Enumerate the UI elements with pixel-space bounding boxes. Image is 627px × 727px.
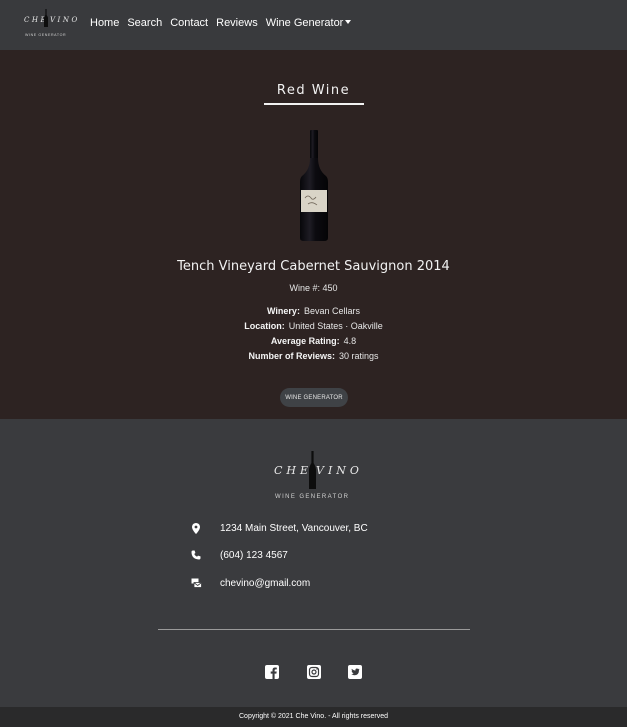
wine-number-label: Wine #: xyxy=(289,283,320,293)
footer-divider xyxy=(158,629,470,630)
detail-label: Location: xyxy=(244,321,285,331)
detail-value: United States · Oakville xyxy=(288,321,383,331)
email-link[interactable]: chevino@gmail.com xyxy=(220,578,310,589)
address-text: 1234 Main Street, Vancouver, BC xyxy=(220,522,368,534)
detail-value: Bevan Cellars xyxy=(303,306,360,316)
copyright-text: Copyright © 2021 Che Vino. - All rights … xyxy=(239,713,388,720)
detail-label: Number of Reviews: xyxy=(248,351,335,361)
brand-tagline: WINE GENERATOR xyxy=(25,33,67,37)
brand-word-right: VINO xyxy=(316,464,363,477)
wine-bottle-icon xyxy=(44,9,48,27)
detail-label: Winery: xyxy=(267,306,300,316)
twitter-icon[interactable] xyxy=(348,665,362,679)
nav-contact[interactable]: Contact xyxy=(170,17,208,29)
detail-average-rating: Average Rating: 4.8 xyxy=(0,336,627,346)
nav-search-label: Search xyxy=(127,17,163,29)
contact-phone: (604) 123 4567 xyxy=(189,548,288,562)
detail-value: 30 ratings xyxy=(339,351,379,361)
brand-word-right: VINO xyxy=(50,16,80,24)
nav-links: Home Search Contact Reviews Wine Generat… xyxy=(90,17,359,29)
envelope-icon xyxy=(189,577,203,589)
detail-winery: Winery: Bevan Cellars xyxy=(0,306,627,316)
page-title: Red Wine xyxy=(276,83,351,98)
wine-name: Tench Vineyard Cabernet Sauvignon 2014 xyxy=(177,259,450,274)
brand-logo[interactable]: CHE VINO WINE GENERATOR xyxy=(24,7,77,41)
copyright-bar: Copyright © 2021 Che Vino. - All rights … xyxy=(0,707,627,727)
brand-word-left: CHE xyxy=(274,464,313,477)
brand-tagline: WINE GENERATOR xyxy=(275,494,350,500)
detail-label: Average Rating: xyxy=(270,336,340,346)
nav-search[interactable]: Search xyxy=(127,17,162,29)
title-underline xyxy=(264,103,364,105)
detail-number-of-reviews: Number of Reviews: 30 ratings xyxy=(0,351,627,361)
contact-address: 1234 Main Street, Vancouver, BC xyxy=(189,521,368,535)
wine-number-value: 450 xyxy=(322,283,338,293)
footer: CHE VINO WINE GENERATOR 1234 Main Street… xyxy=(0,419,627,707)
nav-reviews-label: Reviews xyxy=(216,17,258,29)
phone-icon xyxy=(189,549,203,561)
nav-reviews[interactable]: Reviews xyxy=(216,17,258,29)
nav-home-label: Home xyxy=(90,17,120,29)
phone-text[interactable]: (604) 123 4567 xyxy=(220,550,288,561)
nav-wine-generator-label: Wine Generator xyxy=(265,17,344,29)
wine-bottle-image xyxy=(300,130,328,241)
wine-detail-section: Red Wine Tench Vineyard Cabernet Sauvign… xyxy=(0,50,627,419)
map-marker-icon xyxy=(189,522,203,534)
nav-home[interactable]: Home xyxy=(90,17,119,29)
wine-number: Wine #: 450 xyxy=(0,283,627,293)
nav-wine-generator-dropdown[interactable]: Wine Generator xyxy=(266,17,352,29)
wine-bottle-icon xyxy=(309,451,316,489)
instagram-icon[interactable] xyxy=(307,665,321,679)
detail-location: Location: United States · Oakville xyxy=(0,321,627,331)
caret-down-icon xyxy=(345,20,352,24)
footer-brand-logo[interactable]: CHE VINO WINE GENERATOR xyxy=(274,449,359,505)
wine-generator-button[interactable]: WINE GENERATOR xyxy=(280,388,348,407)
nav-contact-label: Contact xyxy=(170,17,209,29)
detail-value: 4.8 xyxy=(343,336,357,346)
navbar: CHE VINO WINE GENERATOR Home Search Cont… xyxy=(0,0,627,50)
facebook-icon[interactable] xyxy=(265,665,279,679)
contact-email: chevino@gmail.com xyxy=(189,576,310,590)
